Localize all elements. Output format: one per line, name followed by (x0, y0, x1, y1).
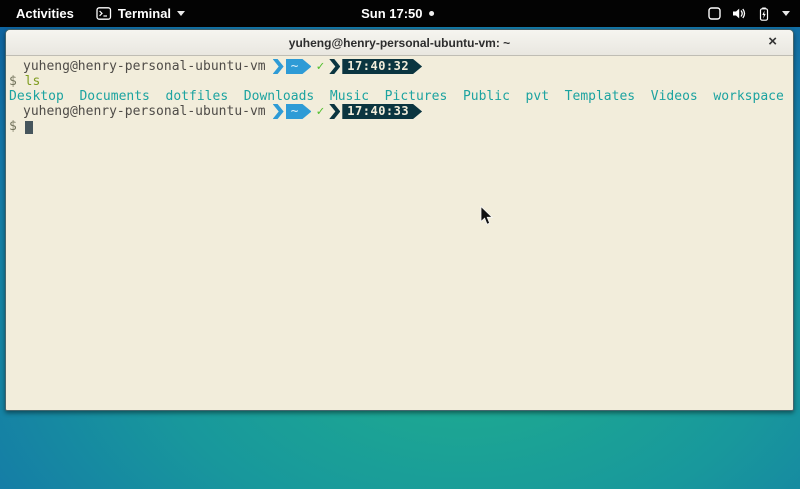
caret-down-icon (782, 11, 790, 16)
command-text: ls (25, 74, 41, 89)
powerline-chevron-icon (329, 59, 340, 74)
terminal-window: yuheng@henry-personal-ubuntu-vm: ~ × yuh… (5, 29, 794, 411)
checkmark-icon: ✓ (316, 59, 324, 74)
powerline-chevron-icon (273, 59, 284, 74)
close-icon[interactable]: × (768, 33, 777, 51)
system-status-menu[interactable] (708, 0, 790, 27)
prompt-time-segment: 17:40:33 (342, 104, 422, 119)
directory-entry: Documents (79, 89, 149, 104)
directory-entry: Templates (565, 89, 635, 104)
directory-entry: workspace (713, 89, 783, 104)
display-icon (708, 7, 721, 20)
prompt-path-segment: ~ (286, 59, 312, 74)
app-menu-terminal[interactable]: Terminal (96, 6, 185, 21)
activities-button[interactable]: Activities (10, 4, 80, 23)
volume-icon (732, 7, 746, 20)
terminal-content[interactable]: yuheng@henry-personal-ubuntu-vm ~ ✓ 17:4… (6, 56, 793, 134)
powerline-chevron-icon (273, 104, 284, 119)
prompt-dollar: $ (9, 74, 17, 89)
ls-output-line: Desktop Documents dotfiles Downloads Music Pi… (9, 89, 793, 104)
directory-entry: Pictures (385, 89, 448, 104)
shell-prompt-line: yuheng@henry-personal-ubuntu-vm ~ ✓ 17:4… (9, 104, 793, 119)
command-line: $ ls (9, 74, 793, 89)
caret-down-icon (177, 11, 185, 16)
prompt-path-segment: ~ (286, 104, 312, 119)
window-title: yuheng@henry-personal-ubuntu-vm: ~ (289, 36, 510, 50)
shell-prompt-line: yuheng@henry-personal-ubuntu-vm ~ ✓ 17:4… (9, 59, 793, 74)
app-menu-label: Terminal (118, 6, 171, 21)
command-line-current[interactable]: $ (9, 119, 793, 134)
directory-entry: Downloads (244, 89, 314, 104)
directory-entry: Music (330, 89, 369, 104)
prompt-user-host: yuheng@henry-personal-ubuntu-vm (23, 59, 266, 74)
clock-menu[interactable]: Sun 17:50 (361, 0, 434, 27)
directory-entry: dotfiles (166, 89, 229, 104)
prompt-user-host: yuheng@henry-personal-ubuntu-vm (23, 104, 266, 119)
prompt-time-segment: 17:40:32 (342, 59, 422, 74)
battery-charging-icon (757, 7, 771, 21)
prompt-dollar: $ (9, 119, 17, 134)
directory-entry: Public (463, 89, 510, 104)
window-title-bar[interactable]: yuheng@henry-personal-ubuntu-vm: ~ × (6, 30, 793, 56)
clock-label: Sun 17:50 (361, 6, 422, 21)
powerline-chevron-icon (329, 104, 340, 119)
directory-entry: pvt (526, 89, 549, 104)
gnome-top-bar: Activities Terminal Sun 17:50 (0, 0, 800, 27)
notification-dot (430, 11, 435, 16)
directory-entry: Videos (651, 89, 698, 104)
checkmark-icon: ✓ (316, 104, 324, 119)
directory-entry: Desktop (9, 89, 64, 104)
terminal-icon (96, 7, 112, 20)
text-cursor (25, 121, 33, 134)
